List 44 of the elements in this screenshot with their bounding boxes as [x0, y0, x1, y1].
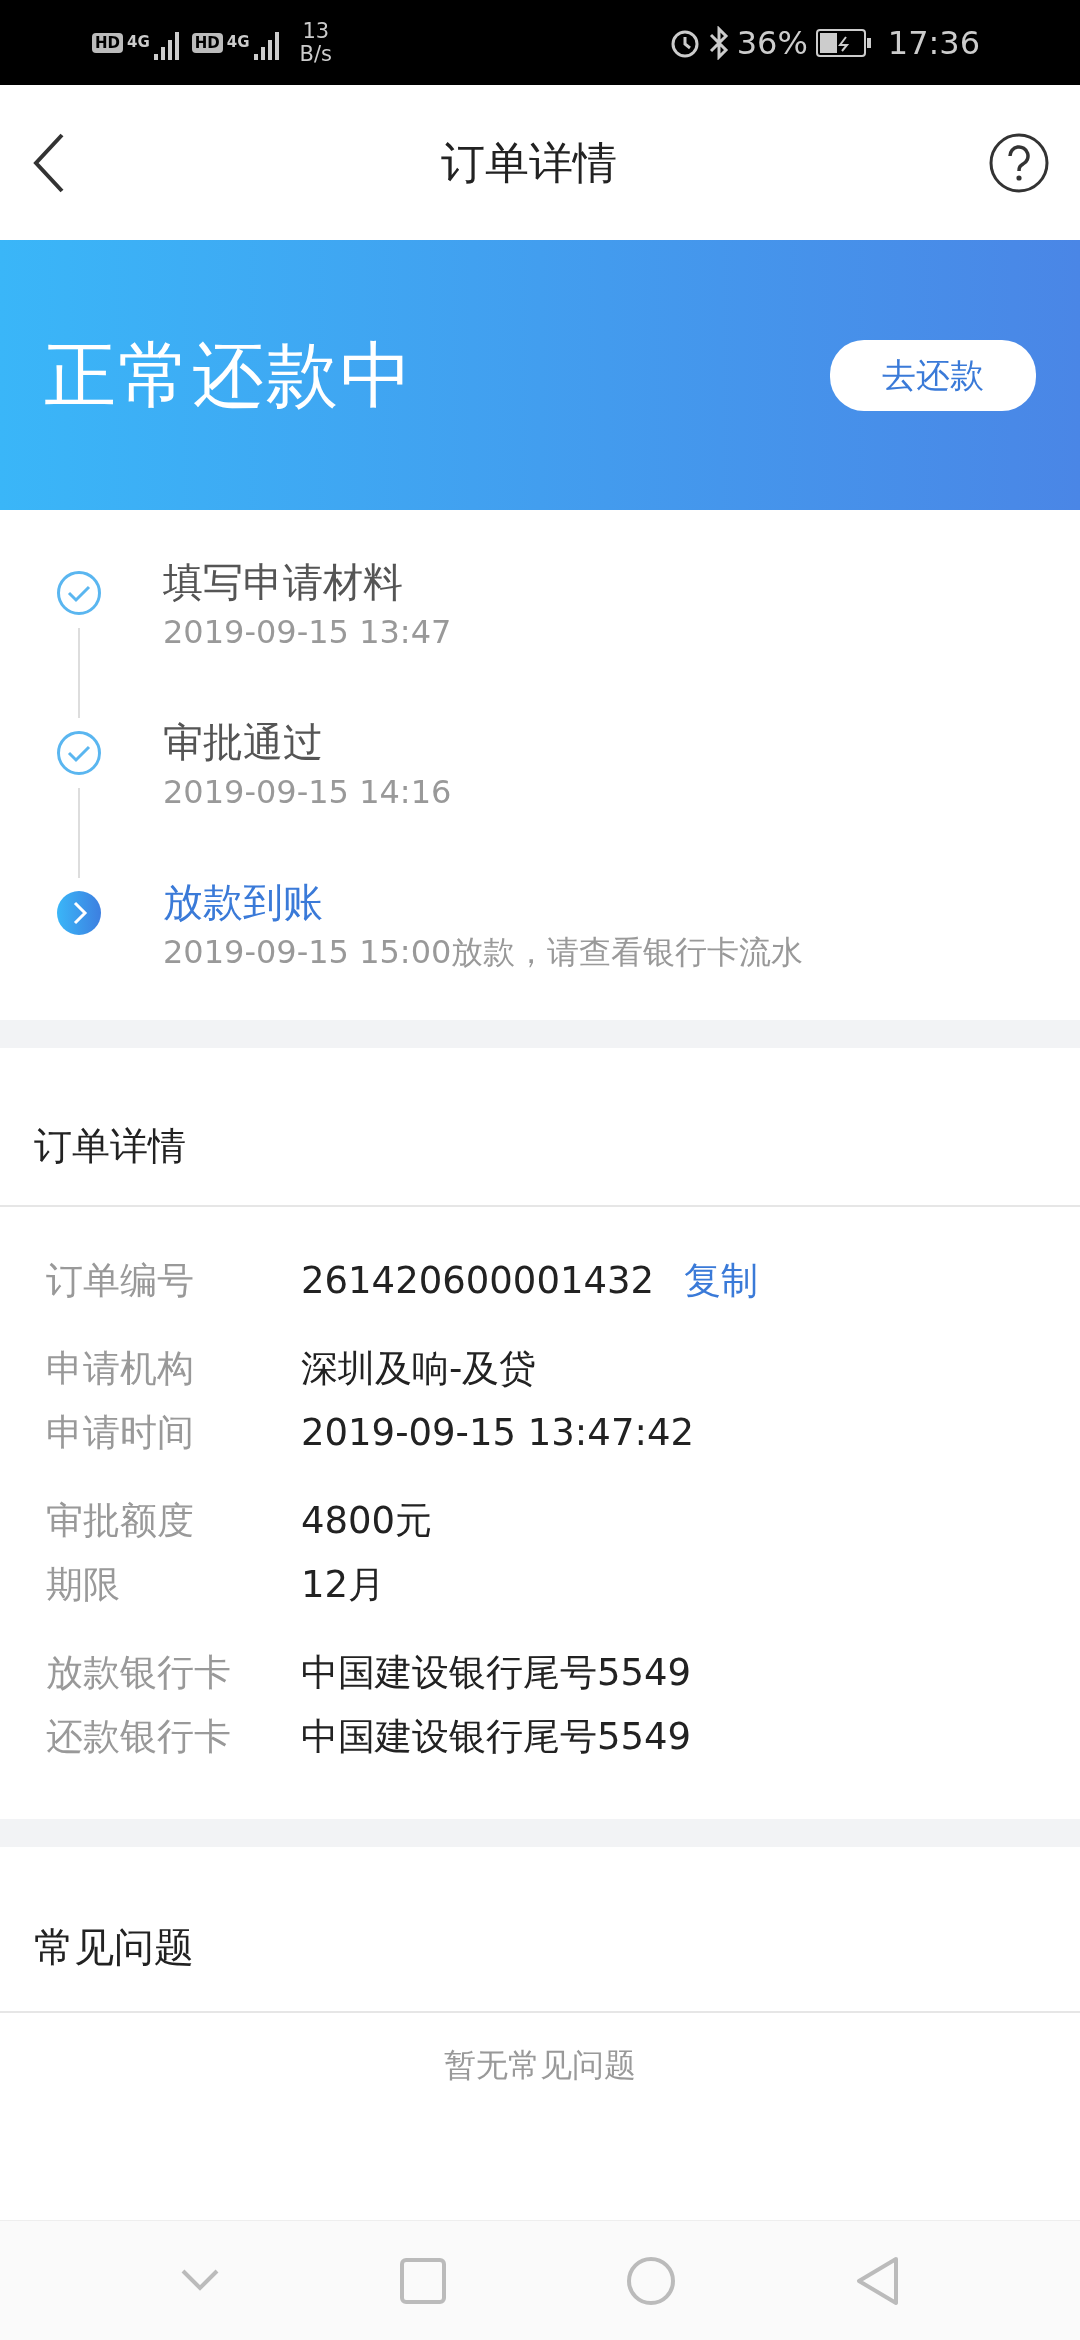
empty-message: 暂无常见问题	[443, 2045, 637, 2086]
field-label: 期限	[46, 1562, 121, 1609]
battery-icon	[815, 28, 872, 57]
field-label: 还款银行卡	[46, 1714, 232, 1761]
battery-percent: 36%	[736, 22, 808, 64]
check-circle-icon	[56, 730, 102, 776]
field-label: 放款银行卡	[46, 1650, 232, 1697]
recents-icon[interactable]	[400, 2257, 446, 2304]
clock-time: 17:36	[887, 22, 980, 64]
speed-unit: B/s	[299, 42, 332, 65]
field-value: 2019-09-15 13:47:42	[301, 1410, 694, 1457]
field-label: 订单编号	[46, 1258, 195, 1305]
help-icon[interactable]	[988, 131, 1050, 194]
loan-status: 正常还款中	[44, 332, 414, 419]
section-title: 订单详情	[0, 1048, 1080, 1207]
field-value: 12月	[301, 1562, 386, 1609]
step-title: 审批通过	[163, 718, 324, 767]
field-label: 审批额度	[46, 1498, 195, 1545]
field-value: 261420600001432	[301, 1258, 655, 1305]
chevron-circle-icon	[56, 890, 102, 936]
field-value: 中国建设银行尾号5549	[301, 1714, 692, 1761]
page-title: 订单详情	[441, 135, 617, 190]
copy-link[interactable]: 复制	[684, 1253, 759, 1309]
field-value: 4800元	[301, 1498, 433, 1545]
field-value: 深圳及响-及贷	[301, 1346, 537, 1393]
field-label: 申请机构	[46, 1346, 195, 1393]
field-label: 申请时间	[46, 1410, 195, 1457]
field-value: 中国建设银行尾号5549	[301, 1650, 692, 1697]
network-label: 4G	[226, 32, 250, 54]
step-title: 填写申请材料	[163, 558, 404, 607]
check-circle-icon	[56, 570, 102, 616]
step-title: 放款到账	[163, 878, 324, 927]
back-nav-icon[interactable]	[856, 2255, 900, 2306]
step-time: 2019-09-15 15:00放款，请查看银行卡流水	[163, 932, 804, 973]
step-time: 2019-09-15 13:47	[163, 612, 452, 653]
step-time: 2019-09-15 14:16	[163, 772, 452, 813]
network-speed: 13	[301, 20, 331, 43]
bluetooth-icon	[708, 25, 729, 60]
home-icon[interactable]	[626, 2255, 676, 2306]
network-label: 4G	[127, 32, 150, 54]
sim-label: HD	[191, 32, 223, 53]
section-title: 常见问题	[0, 1847, 1080, 2013]
repay-button[interactable]: 去还款	[830, 339, 1036, 411]
sim-label: HD	[92, 32, 123, 53]
